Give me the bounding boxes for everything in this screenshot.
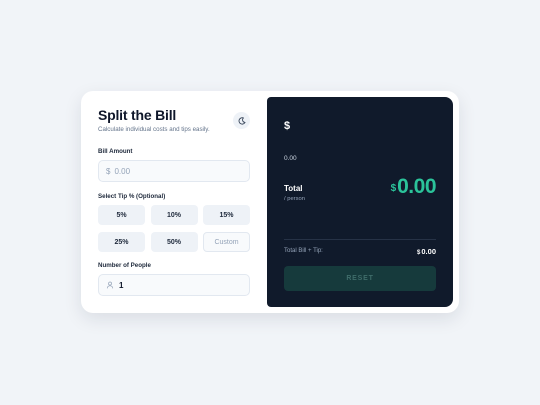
total-per-person-amount: $ 0.00 [390,175,437,199]
people-count: 1 [119,280,124,290]
reset-button[interactable]: RESET [284,266,436,291]
total-bill-tip-currency: $ [417,250,421,256]
input-panel: Split the Bill Calculate individual cost… [81,91,267,313]
person-icon [106,281,114,289]
tip-button-10[interactable]: 10% [150,205,198,225]
tip-button-25[interactable]: 25% [98,232,145,252]
tip-select-label: Select Tip % (Optional) [98,193,166,200]
tip-button-5[interactable]: 5% [98,205,145,225]
people-label: Number of People [98,262,151,269]
page-subtitle: Calculate individual costs and tips easi… [98,126,210,133]
results-panel: $ 0.00 Total / person $ 0.00 Total Bill … [267,97,453,307]
tip-button-50[interactable]: 50% [150,232,198,252]
total-bill-tip-label: Total Bill + Tip: [284,248,323,254]
total-bill-tip-value: 0.00 [421,247,436,256]
bill-amount-input[interactable] [114,166,235,176]
bill-splitter-card: Split the Bill Calculate individual cost… [81,91,459,313]
bill-display: 0.00 [284,155,297,162]
bill-amount-label: Bill Amount [98,148,133,155]
moon-icon [238,116,245,125]
currency-symbol: $ [284,120,291,132]
custom-tip-input[interactable]: Custom [203,232,250,252]
total-bill-tip-amount: $0.00 [417,247,436,256]
tip-options: 5% 10% 15% 25% 50% Custom [98,205,250,252]
divider [284,239,436,240]
dollar-prefix: $ [106,166,111,176]
total-currency: $ [390,183,397,194]
people-field[interactable]: 1 [98,274,250,296]
per-person-label: / person [284,196,305,202]
bill-amount-field[interactable]: $ [98,160,250,182]
theme-toggle-button[interactable] [233,112,250,129]
tip-button-15[interactable]: 15% [203,205,250,225]
total-value: 0.00 [397,175,436,198]
page-title: Split the Bill [98,107,177,123]
total-label: Total [284,184,303,193]
